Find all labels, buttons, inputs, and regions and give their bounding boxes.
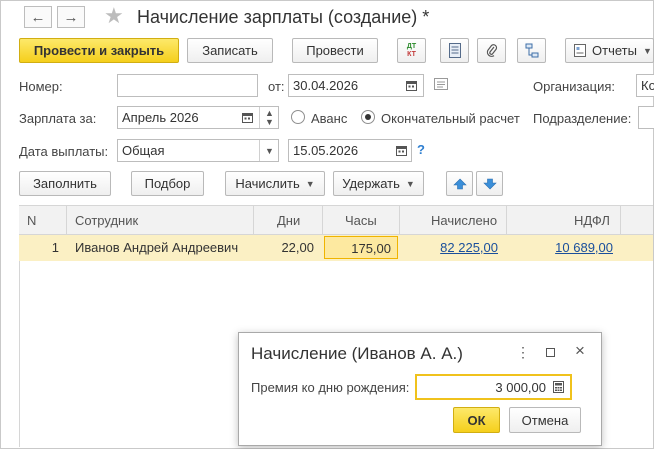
paperclip-icon xyxy=(486,44,497,57)
col-divider xyxy=(399,206,400,235)
select-button[interactable]: Подбор xyxy=(131,171,204,196)
table-header: N Сотрудник Дни Часы Начислено НДФЛ xyxy=(19,205,653,235)
number-label: Номер: xyxy=(19,79,63,94)
department-input[interactable] xyxy=(638,106,654,129)
month-spinner[interactable]: ▲ ▼ xyxy=(259,107,279,128)
accrue-button[interactable]: Начислить ▼ xyxy=(225,171,325,196)
table-row[interactable]: 1 Иванов Андрей Андреевич 22,00 175,00 8… xyxy=(19,235,653,261)
payment-calendar-icon[interactable] xyxy=(392,142,410,159)
spin-down-icon[interactable]: ▼ xyxy=(265,117,274,127)
reports-label: Отчеты xyxy=(592,43,637,58)
salary-for-label: Зарплата за: xyxy=(19,111,97,126)
close-icon[interactable]: × xyxy=(575,341,585,361)
dt-kt-button[interactable]: ДТ КТ xyxy=(397,38,426,63)
back-button[interactable]: ← xyxy=(24,6,52,28)
bonus-amount-input[interactable]: 3 000,00 xyxy=(415,374,572,400)
chevron-down-icon: ▼ xyxy=(265,145,274,156)
col-days[interactable]: Дни xyxy=(277,206,300,235)
attach-button[interactable] xyxy=(477,38,506,63)
radio-selected-dot xyxy=(365,114,371,120)
calculator-icon[interactable] xyxy=(550,379,566,395)
fill-button[interactable]: Заполнить xyxy=(19,171,111,196)
col-divider xyxy=(253,206,254,235)
cancel-button[interactable]: Отмена xyxy=(509,407,581,433)
dt-kt-icon: ДТ КТ xyxy=(406,42,417,58)
ok-button[interactable]: ОК xyxy=(453,407,500,433)
arrow-left-icon: ← xyxy=(30,8,46,26)
withhold-button[interactable]: Удержать ▼ xyxy=(333,171,424,196)
bonus-field-label: Премия ко дню рождения: xyxy=(251,380,410,395)
move-up-button[interactable] xyxy=(446,171,473,196)
date-from-label: от: xyxy=(268,79,285,94)
report-icon xyxy=(574,44,586,57)
cell-ndfl-link[interactable]: 10 689,00 xyxy=(507,235,613,261)
number-input[interactable] xyxy=(117,74,258,97)
move-down-button[interactable] xyxy=(476,171,503,196)
post-button[interactable]: Провести xyxy=(292,38,378,63)
month-calendar-icon[interactable] xyxy=(238,109,256,126)
cell-hours[interactable]: 175,00 xyxy=(324,236,398,259)
more-menu-icon[interactable]: ⋮ xyxy=(516,344,530,361)
star-icon[interactable]: ★ xyxy=(104,5,124,27)
payment-type-select[interactable]: Общая xyxy=(117,139,279,162)
save-button[interactable]: Записать xyxy=(187,38,273,63)
organization-input[interactable]: Ко xyxy=(636,74,654,97)
list-document-icon xyxy=(448,43,461,58)
comment-icon[interactable] xyxy=(434,78,448,93)
col-ndfl[interactable]: НДФЛ xyxy=(574,206,610,235)
cell-accrued-link[interactable]: 82 225,00 xyxy=(399,235,498,261)
final-calc-label: Окончательный расчет xyxy=(381,111,520,126)
chevron-down-icon: ▼ xyxy=(305,178,315,189)
col-n[interactable]: N xyxy=(27,206,36,235)
advance-label: Аванс xyxy=(311,111,348,126)
list-document-button[interactable] xyxy=(440,38,469,63)
col-hours[interactable]: Часы xyxy=(345,206,377,235)
maximize-icon[interactable] xyxy=(546,348,555,357)
col-employee[interactable]: Сотрудник xyxy=(75,206,138,235)
payment-type-dropdown[interactable]: ▼ xyxy=(259,140,279,161)
forward-button[interactable]: → xyxy=(57,6,85,28)
structure-button[interactable] xyxy=(517,38,546,63)
chevron-down-icon: ▼ xyxy=(642,45,652,56)
post-and-close-button[interactable]: Провести и закрыть xyxy=(19,38,179,63)
final-calc-radio[interactable] xyxy=(361,110,375,124)
cell-employee[interactable]: Иванов Андрей Андреевич xyxy=(75,235,238,261)
page-title: Начисление зарплаты (создание) * xyxy=(137,7,430,27)
cell-n[interactable]: 1 xyxy=(19,235,59,261)
organization-label: Организация: xyxy=(533,79,616,94)
hierarchy-icon xyxy=(525,43,538,58)
reports-button[interactable]: Отчеты ▼ xyxy=(565,38,654,63)
col-accrued[interactable]: Начислено xyxy=(431,206,497,235)
col-divider xyxy=(506,206,507,235)
col-divider xyxy=(620,206,621,235)
help-icon[interactable]: ? xyxy=(417,142,425,157)
dialog-title: Начисление (Иванов А. А.) xyxy=(251,344,463,363)
advance-radio[interactable] xyxy=(291,110,305,124)
arrow-down-icon xyxy=(482,178,497,189)
chevron-down-icon: ▼ xyxy=(405,178,415,189)
col-divider xyxy=(322,206,323,235)
col-divider xyxy=(66,206,67,235)
calendar-icon[interactable] xyxy=(402,77,420,94)
arrow-up-icon xyxy=(452,178,467,189)
accrual-dialog: Начисление (Иванов А. А.) ⋮ × Премия ко … xyxy=(238,332,602,446)
arrow-right-icon: → xyxy=(63,8,79,26)
cell-days[interactable]: 22,00 xyxy=(253,235,314,261)
payment-date-label: Дата выплаты: xyxy=(19,144,109,159)
department-label: Подразделение: xyxy=(533,111,632,126)
